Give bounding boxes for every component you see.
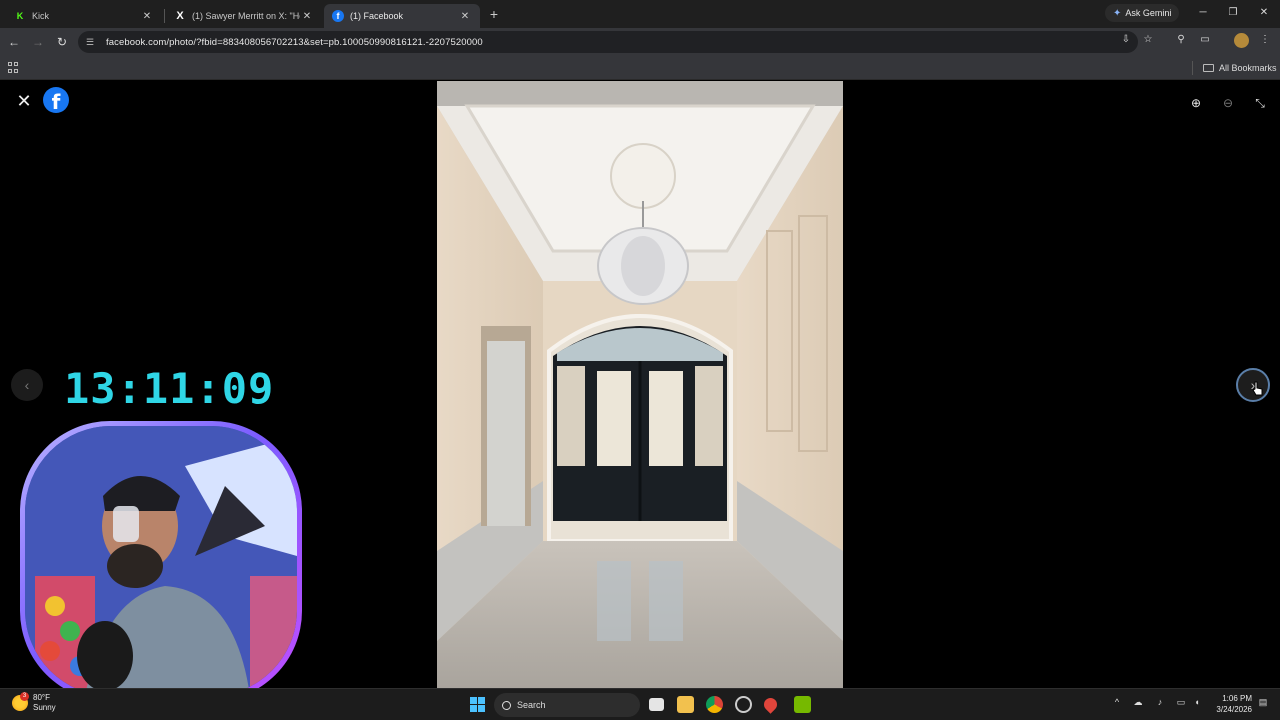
side-panel-icon[interactable]: ▭: [1198, 33, 1212, 47]
zoom-out-icon[interactable]: ⊖: [1218, 93, 1238, 113]
weather-widget[interactable]: 3 80°F Sunny: [12, 692, 56, 713]
notifications-icon[interactable]: ▤: [1256, 697, 1270, 708]
tab-x-sawyer[interactable]: X (1) Sawyer Merritt on X: "Holy m ✕: [166, 4, 322, 28]
close-viewer-button[interactable]: ✕: [14, 91, 34, 111]
bookmark-star-icon[interactable]: ☆: [1141, 33, 1155, 47]
tab-title: (1) Sawyer Merritt on X: "Holy m: [192, 11, 300, 21]
folder-icon: [1203, 64, 1214, 72]
all-bookmarks-button[interactable]: All Bookmarks: [1203, 60, 1277, 76]
window-close-icon[interactable]: ✕: [1254, 5, 1274, 21]
site-info-icon[interactable]: ☰: [86, 37, 98, 48]
apps-grid-icon[interactable]: [8, 62, 19, 73]
webcam-overlay: [20, 421, 302, 701]
tab-title: Kick: [32, 11, 50, 21]
microphone-icon[interactable]: ♪: [1153, 697, 1167, 707]
ask-gemini-button[interactable]: ✦ Ask Gemini: [1105, 4, 1180, 22]
windows-taskbar: 3 80°F Sunny Search ^ ☁ ♪ ▭ ◖ 1:06 PM 3/…: [0, 688, 1280, 720]
tray-overflow-icon[interactable]: ^: [1110, 697, 1124, 707]
tab-kick[interactable]: K Kick ✕: [6, 4, 162, 28]
start-button[interactable]: [470, 697, 485, 712]
bookmarks-bar: All Bookmarks: [0, 56, 1280, 80]
tab-close-icon[interactable]: ✕: [140, 11, 154, 22]
exit-fullscreen-icon[interactable]: ⤡: [1250, 93, 1270, 113]
weather-badge: 3: [20, 692, 29, 701]
clock-datetime[interactable]: 1:06 PM 3/24/2026: [1208, 693, 1252, 715]
sun-icon: 3: [12, 692, 29, 711]
menu-kebab-icon[interactable]: ⋮: [1258, 33, 1272, 47]
volume-icon[interactable]: ◖: [1190, 697, 1204, 707]
photo-viewer: ✕ f ⊕ ⊖ ⤡ ‹ › 13:11:09: [0, 81, 1280, 701]
weather-temp: 80°F: [33, 693, 50, 702]
forward-icon[interactable]: →: [30, 34, 46, 50]
profile-avatar[interactable]: [1234, 33, 1249, 48]
foyer-photo: [437, 81, 843, 688]
extensions-icon[interactable]: ⚲: [1174, 33, 1188, 47]
new-tab-button[interactable]: +: [485, 5, 503, 23]
maps-pin-icon[interactable]: [761, 695, 780, 714]
x-logo-icon: X: [176, 10, 184, 22]
taskbar-time: 1:06 PM: [1222, 694, 1252, 703]
foyer-photo-image: [437, 81, 843, 688]
webcam-image: [25, 426, 297, 696]
webcam-feed: [25, 426, 297, 696]
tab-close-icon[interactable]: ✕: [300, 11, 314, 22]
previous-photo-button[interactable]: ‹: [11, 369, 43, 401]
tray-app-icon[interactable]: ☁: [1131, 697, 1145, 708]
overlay-clock: 13:11:09: [64, 364, 275, 413]
taskbar-search[interactable]: Search: [494, 693, 640, 717]
back-icon[interactable]: ←: [6, 34, 22, 50]
address-bar[interactable]: ☰ facebook.com/photo/?fbid=8834080567022…: [78, 31, 1138, 53]
ask-gemini-label: Ask Gemini: [1125, 8, 1172, 18]
all-bookmarks-label: All Bookmarks: [1219, 63, 1277, 73]
browser-toolbar: ← → ↻ ☰ facebook.com/photo/?fbid=8834080…: [0, 28, 1280, 56]
tab-facebook[interactable]: f (1) Facebook ✕: [324, 4, 480, 28]
taskbar-date: 3/24/2026: [1216, 705, 1252, 714]
install-app-icon[interactable]: ⇩: [1119, 33, 1133, 47]
nvidia-icon[interactable]: [794, 696, 811, 713]
obs-icon[interactable]: [735, 696, 752, 713]
search-icon: [502, 700, 511, 710]
restore-icon[interactable]: ❐: [1223, 5, 1243, 21]
facebook-favicon-icon: f: [332, 10, 344, 22]
facebook-logo-icon[interactable]: f: [43, 87, 69, 113]
browser-tab-strip: K Kick ✕ X (1) Sawyer Merritt on X: "Hol…: [0, 0, 1280, 28]
gemini-sparkle-icon: ✦: [1113, 7, 1122, 19]
reload-icon[interactable]: ↻: [54, 34, 70, 50]
zoom-in-icon[interactable]: ⊕: [1186, 93, 1206, 113]
weather-condition: Sunny: [33, 703, 56, 712]
taskbar-search-placeholder: Search: [517, 700, 546, 710]
mouse-pointer-icon: [1252, 381, 1263, 396]
kick-icon: K: [14, 10, 26, 22]
minimize-icon[interactable]: ─: [1193, 5, 1213, 21]
chrome-icon[interactable]: [706, 696, 723, 713]
network-icon[interactable]: ▭: [1174, 697, 1188, 708]
tab-close-icon[interactable]: ✕: [458, 11, 472, 22]
task-view-icon[interactable]: [649, 698, 664, 711]
url-text: facebook.com/photo/?fbid=883408056702213…: [106, 36, 483, 48]
file-explorer-icon[interactable]: [677, 696, 694, 713]
tab-title: (1) Facebook: [350, 11, 404, 21]
